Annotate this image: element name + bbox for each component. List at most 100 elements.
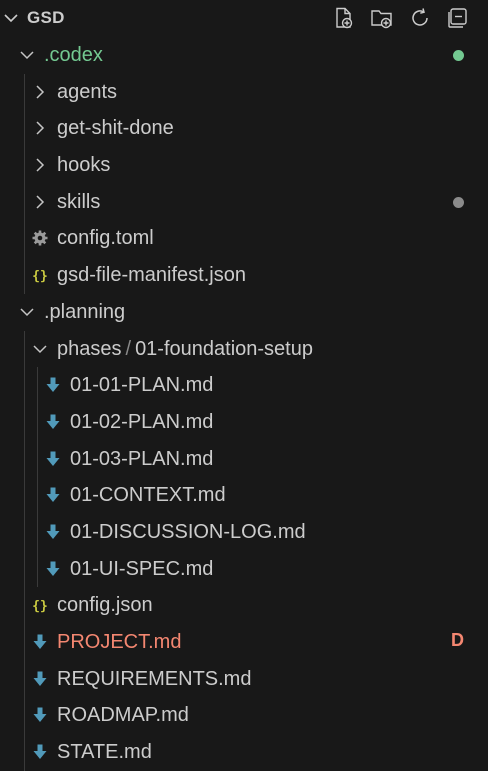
tree-file[interactable]: 01-03-PLAN.md (0, 440, 488, 478)
chevron-right-icon[interactable] (31, 156, 49, 174)
markdown-arrow-icon (44, 560, 62, 578)
chevron-down-icon[interactable] (18, 303, 36, 321)
tree-item-label: config.json (57, 594, 153, 617)
markdown-arrow-icon (31, 706, 49, 724)
tree-item-label: 01-CONTEXT.md (70, 484, 226, 507)
indent-guide (24, 587, 25, 624)
tree-folder[interactable]: agents (0, 73, 488, 111)
indent-guide (37, 440, 38, 478)
tree-item-label: STATE.md (57, 741, 152, 764)
tree-item-name: .planning (44, 300, 126, 323)
markdown-arrow-icon (44, 376, 62, 394)
tree-file[interactable]: 01-DISCUSSION-LOG.md (0, 513, 488, 551)
tree-file[interactable]: config.toml (0, 220, 488, 258)
chevron-down-icon[interactable] (18, 46, 36, 64)
tree-item-name: 01-UI-SPEC.md (70, 557, 214, 580)
markdown-arrow-icon (44, 413, 62, 431)
tree-folder[interactable]: get-shit-done (0, 110, 488, 148)
tree-item-label: config.toml (57, 227, 154, 250)
tree-item-label: 01-UI-SPEC.md (70, 558, 213, 581)
tree-file[interactable]: ROADMAP.md (0, 697, 488, 735)
tree-folder[interactable]: .codex (0, 37, 488, 74)
tree-file[interactable]: STATE.md (0, 734, 488, 771)
explorer-header[interactable]: GSD (0, 0, 488, 36)
tree-file[interactable]: 01-02-PLAN.md (0, 403, 488, 441)
tree-file[interactable]: 01-UI-SPEC.md (0, 550, 488, 588)
indent-guide (24, 550, 25, 588)
gear-icon (31, 229, 49, 247)
indent-guide (24, 513, 25, 551)
tree-item-name: agents (57, 80, 118, 103)
chevron-down-icon[interactable] (31, 340, 49, 358)
tree-item-name: skills (57, 190, 101, 213)
refresh-icon[interactable] (408, 6, 432, 30)
tree-item-name: 01-01-PLAN.md (70, 374, 214, 397)
tree-file[interactable]: {} config.json (0, 587, 488, 624)
tree-item-name: phases (57, 337, 122, 360)
new-folder-icon[interactable] (370, 6, 394, 30)
json-braces-icon: {} (31, 266, 49, 284)
tree-item-name: .codex (44, 44, 103, 66)
tree-item-name: 01-03-PLAN.md (70, 447, 214, 470)
tree-item-name: STATE.md (57, 741, 152, 764)
tree-item-label: hooks (57, 154, 110, 177)
markdown-arrow-icon (31, 743, 49, 761)
tree-file[interactable]: REQUIREMENTS.md (0, 660, 488, 698)
indent-guide (24, 367, 25, 404)
tree-file[interactable]: PROJECT.md D (0, 624, 488, 661)
indent-guide (24, 734, 25, 771)
indent-guide (24, 147, 25, 184)
chevron-right-icon[interactable] (31, 119, 49, 137)
indent-guide (24, 440, 25, 478)
chevron-down-icon[interactable] (2, 9, 20, 27)
tree-file[interactable]: 01-01-PLAN.md (0, 367, 488, 404)
indent-guide (24, 624, 25, 661)
markdown-arrow-icon (44, 523, 62, 541)
tree-item-name: 01-DISCUSSION-LOG.md (70, 520, 306, 543)
git-status-dot (453, 196, 464, 208)
tree-item-label: gsd-file-manifest.json (57, 264, 246, 287)
tree-item-label: REQUIREMENTS.md (57, 668, 251, 691)
tree-item-name: gsd-file-manifest.json (57, 264, 246, 287)
markdown-arrow-icon (31, 670, 49, 688)
tree-item-label: 01-03-PLAN.md (70, 448, 213, 471)
tree-item-name: get-shit-done (57, 117, 174, 140)
indent-guide (37, 550, 38, 588)
tree-file[interactable]: {} gsd-file-manifest.json (0, 257, 488, 294)
tree-item-name: REQUIREMENTS.md (57, 667, 252, 690)
tree-item-label: 01-DISCUSSION-LOG.md (70, 521, 306, 544)
tree-folder[interactable]: hooks (0, 147, 488, 184)
chevron-right-icon[interactable] (31, 193, 49, 211)
new-file-icon[interactable] (332, 6, 356, 30)
tree-file[interactable]: 01-CONTEXT.md (0, 477, 488, 514)
tree-folder[interactable]: phases/01-foundation-setup (0, 330, 488, 368)
compact-folder-name: 01-foundation-setup (135, 337, 313, 360)
indent-guide (37, 367, 38, 404)
collapse-all-icon[interactable] (446, 6, 470, 30)
indent-guide (24, 403, 25, 441)
tree-folder[interactable]: .planning (0, 294, 488, 331)
indent-guide (24, 660, 25, 698)
indent-guide (37, 513, 38, 551)
tree-item-label: PROJECT.md (57, 631, 181, 654)
tree-item-label: 01-01-PLAN.md (70, 374, 213, 397)
indent-guide (24, 183, 25, 221)
tree-item-name: ROADMAP.md (57, 704, 189, 727)
git-status-badge: D (451, 630, 464, 650)
path-separator: / (125, 337, 132, 360)
indent-guide (24, 220, 25, 258)
explorer-actions (332, 6, 470, 30)
tree-item-label: phases/01-foundation-setup (57, 338, 313, 361)
tree-folder[interactable]: skills (0, 183, 488, 221)
tree-item-name: config.json (57, 594, 153, 617)
file-tree: .codex agents get-shit-done hooks skills conf… (0, 37, 488, 771)
tree-item-label: 01-02-PLAN.md (70, 411, 213, 434)
tree-item-label: skills (57, 191, 100, 214)
svg-text:{}: {} (32, 269, 48, 284)
markdown-arrow-icon (44, 486, 62, 504)
indent-guide (37, 477, 38, 514)
chevron-right-icon[interactable] (31, 83, 49, 101)
json-braces-icon: {} (31, 596, 49, 614)
indent-guide (24, 257, 25, 294)
markdown-arrow-icon (44, 450, 62, 468)
